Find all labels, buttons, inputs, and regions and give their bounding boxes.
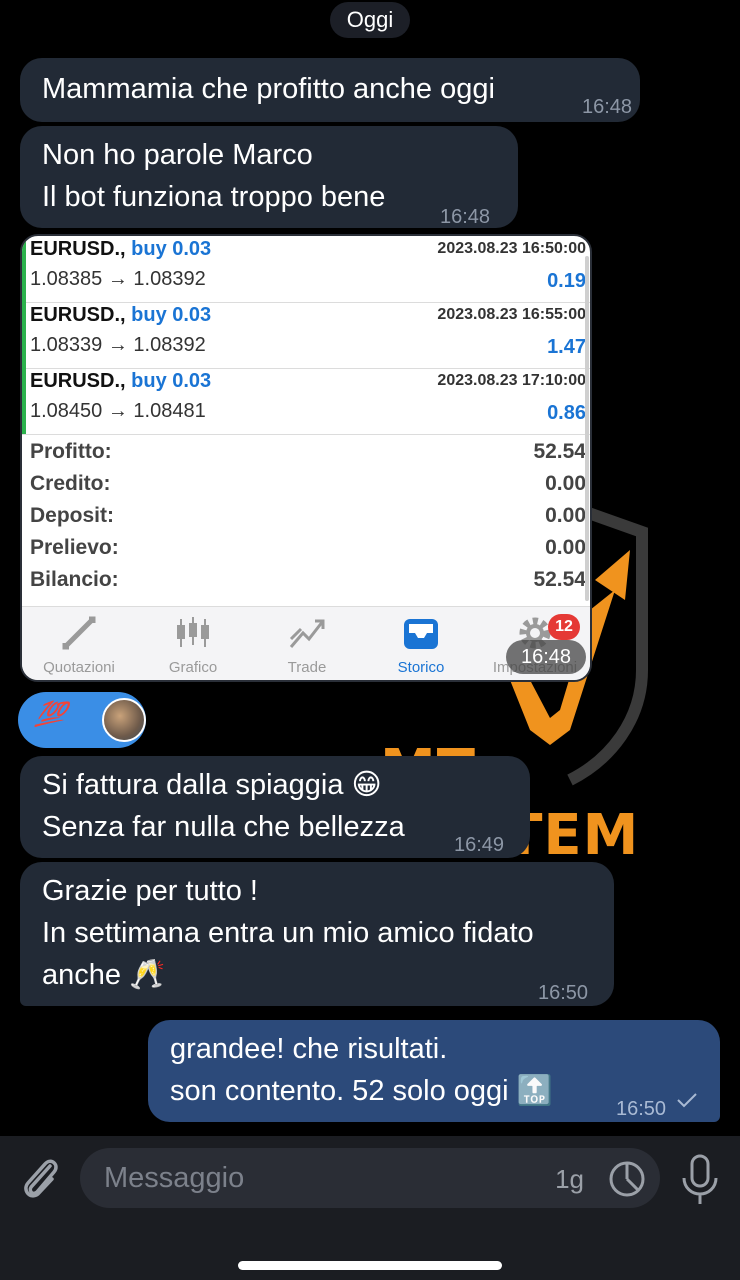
date-separator: Oggi	[330, 2, 410, 38]
message-text: Senza far nulla che bellezza	[42, 811, 405, 843]
media-timestamp: 16:48	[506, 640, 586, 674]
trade-profit: 1.47	[547, 336, 586, 358]
summary-deposit: Deposit: 0.00	[30, 504, 586, 536]
summary-label: Profitto:	[30, 440, 112, 463]
reaction-emoji: 💯	[33, 701, 69, 728]
trade-prices: 1.08385 → 1.08392	[30, 268, 206, 290]
message-time: 16:48	[440, 206, 491, 228]
trade-symbol: EURUSD.,	[30, 304, 126, 326]
trade-side: buy 0.03	[131, 370, 212, 392]
trade-prices: 1.08450 → 1.08481	[30, 400, 206, 422]
buy-indicator	[22, 302, 26, 368]
scrollbar	[585, 256, 589, 601]
summary-value: 0.00	[545, 504, 586, 527]
notification-badge: 12	[548, 614, 580, 640]
tab-label: Storico	[397, 659, 445, 676]
message-bubble[interactable]: Non ho parole Marco Il bot funziona trop…	[20, 126, 518, 228]
tab-storico[interactable]: Storico	[364, 607, 478, 680]
trade-datetime: 2023.08.23 16:50:00	[437, 240, 586, 257]
message-text: Non ho parole Marco	[42, 139, 313, 171]
message-text: In settimana entra un mio amico fidato	[42, 917, 534, 949]
avatar	[102, 698, 146, 742]
trade-symbol: EURUSD.,	[30, 370, 126, 392]
trade-row: EURUSD., buy 0.03 2023.08.23 16:50:00 1.…	[22, 236, 590, 303]
outgoing-message-bubble[interactable]: grandee! che risultati. son contento. 52…	[148, 1020, 720, 1122]
tab-trade[interactable]: Trade	[250, 607, 364, 680]
trade-datetime: 2023.08.23 17:10:00	[437, 372, 586, 389]
bottom-tab-bar: Quotazioni Grafico Trade Storico Imposta…	[22, 606, 590, 680]
summary-balance: Bilancio: 52.54	[30, 568, 586, 600]
summary-profit: Profitto: 52.54	[30, 440, 586, 472]
trade-profit: 0.86	[547, 402, 586, 424]
timer-label: 1g	[555, 1164, 584, 1194]
message-composer: Messaggio 1g	[0, 1136, 740, 1280]
quotes-arrows-icon	[62, 616, 96, 650]
summary-withdrawal: Prelievo: 0.00	[30, 536, 586, 568]
message-text: anche 🥂	[42, 959, 166, 991]
timer-icon[interactable]	[608, 1160, 646, 1198]
message-bubble[interactable]: Grazie per tutto ! In settimana entra un…	[20, 862, 614, 1006]
microphone-icon[interactable]	[680, 1154, 720, 1206]
summary-label: Prelievo:	[30, 536, 119, 559]
summary-value: 0.00	[545, 536, 586, 559]
trade-side: buy 0.03	[131, 304, 212, 326]
summary-value: 52.54	[533, 440, 586, 463]
message-time: 16:50	[616, 1098, 667, 1120]
trade-side: buy 0.03	[131, 238, 212, 260]
message-placeholder: Messaggio	[104, 1162, 245, 1194]
inbox-icon	[404, 619, 438, 649]
trade-profit: 0.19	[547, 270, 586, 292]
reaction-chip[interactable]: 💯	[18, 692, 146, 748]
summary-label: Deposit:	[30, 504, 114, 527]
home-indicator	[238, 1261, 502, 1270]
trend-icon	[289, 619, 325, 648]
check-icon	[677, 1093, 697, 1108]
message-text: Mammamia che profitto anche oggi	[42, 73, 495, 105]
tab-label: Trade	[287, 659, 327, 676]
buy-indicator	[22, 236, 26, 302]
candlestick-icon	[177, 617, 209, 647]
trade-prices: 1.08339 → 1.08392	[30, 334, 206, 356]
trade-symbol: EURUSD.,	[30, 238, 126, 260]
message-text: grandee! che risultati.	[170, 1033, 448, 1065]
message-text: Il bot funziona troppo bene	[42, 181, 386, 213]
trade-history-screenshot[interactable]: EURUSD., buy 0.03 2023.08.23 16:50:00 1.…	[20, 234, 592, 682]
summary-value: 0.00	[545, 472, 586, 495]
message-time: 16:50	[538, 982, 589, 1004]
attach-icon[interactable]	[18, 1154, 62, 1202]
tab-label: Grafico	[168, 659, 218, 676]
message-input[interactable]: Messaggio 1g	[80, 1148, 660, 1208]
summary-label: Bilancio:	[30, 568, 119, 591]
trade-row: EURUSD., buy 0.03 2023.08.23 16:55:00 1.…	[22, 302, 590, 369]
trade-datetime: 2023.08.23 16:55:00	[437, 306, 586, 323]
tab-label: Quotazioni	[43, 659, 115, 676]
message-bubble[interactable]: Si fattura dalla spiaggia 😁 Senza far nu…	[20, 756, 530, 858]
message-text: son contento. 52 solo oggi 🔝	[170, 1075, 553, 1107]
tab-grafico[interactable]: Grafico	[136, 607, 250, 680]
message-text: Grazie per tutto !	[42, 875, 258, 907]
tab-quotazioni[interactable]: Quotazioni	[22, 607, 136, 680]
trade-row: EURUSD., buy 0.03 2023.08.23 17:10:00 1.…	[22, 368, 590, 435]
message-bubble[interactable]: Mammamia che profitto anche oggi 16:48	[20, 58, 640, 122]
message-time: 16:48	[582, 96, 633, 118]
message-time: 16:49	[454, 834, 505, 856]
summary-value: 52.54	[533, 568, 586, 591]
summary-credit: Credito: 0.00	[30, 472, 586, 504]
summary-label: Credito:	[30, 472, 111, 495]
message-text: Si fattura dalla spiaggia 😁	[42, 769, 382, 801]
buy-indicator	[22, 368, 26, 434]
